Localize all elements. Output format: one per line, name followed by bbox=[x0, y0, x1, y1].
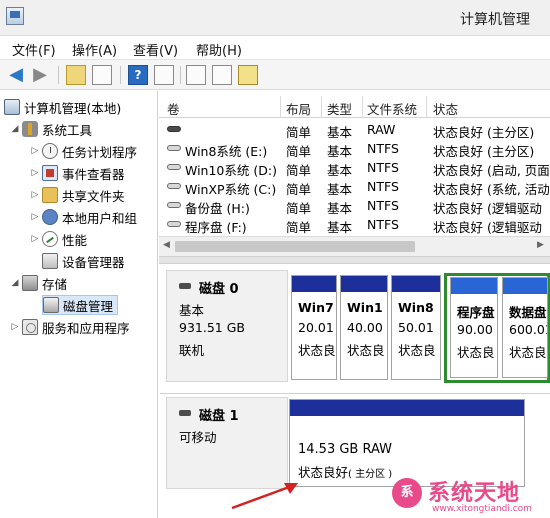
arrow-shaft bbox=[231, 484, 293, 510]
watermark-url: www.xitongtiandi.com bbox=[432, 504, 532, 514]
watermark-logo-icon: 系 bbox=[392, 478, 422, 508]
annotation-arrow bbox=[231, 483, 298, 510]
watermark-text: 系统天地 bbox=[428, 481, 521, 506]
watermark: 系 系统天地 www.xitongtiandi.com bbox=[388, 474, 550, 518]
